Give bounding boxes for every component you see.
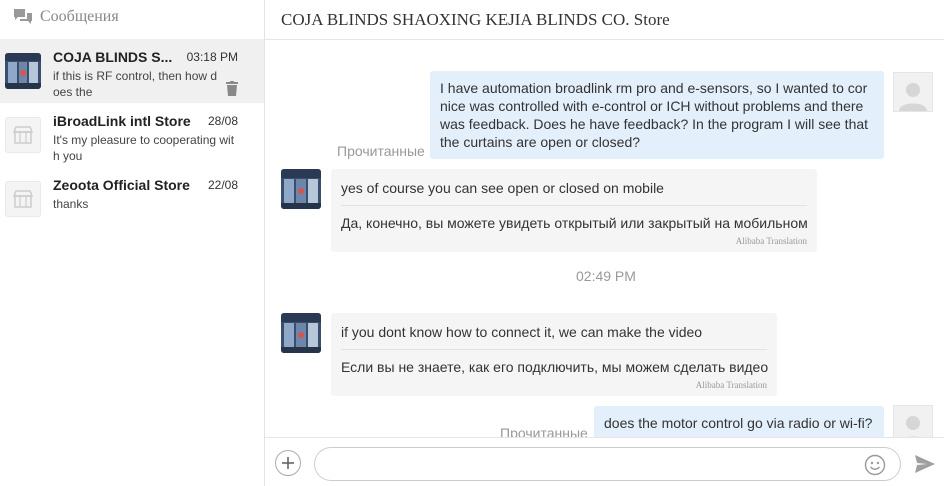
incoming-message: yes of course you can see open or closed…: [331, 169, 817, 252]
chat-bubbles-icon: [14, 8, 32, 24]
attach-button[interactable]: [275, 450, 301, 476]
sidebar-title: Сообщения: [40, 7, 119, 25]
conversation-item-zeoota[interactable]: Zeoota Official Store 22/08 thanks: [0, 167, 264, 231]
store-avatar: [5, 53, 41, 89]
user-avatar: [893, 72, 933, 112]
store-title: COJA BLINDS SHAOXING KEJIA BLINDS CO. St…: [281, 9, 670, 29]
conversation-time: 22/08: [207, 178, 238, 192]
conversation-time: 28/08: [207, 114, 238, 128]
conversation-name: Zeoota Official Store: [53, 177, 190, 193]
message-input[interactable]: [314, 447, 901, 481]
outgoing-message: I have automation broadlink rm pro and e…: [430, 71, 884, 159]
seller-avatar: [281, 169, 321, 209]
store-avatar: [5, 117, 41, 153]
conversation-item-coja[interactable]: COJA BLINDS S... 03:18 PM if this is RF …: [0, 39, 264, 103]
smiley-icon[interactable]: [864, 454, 886, 476]
plus-icon: [282, 457, 294, 469]
chat-header: COJA BLINDS SHAOXING KEJIA BLINDS CO. St…: [265, 0, 944, 40]
conversation-preview: It's my pleasure to cooperating wit h yo…: [53, 133, 235, 163]
store-avatar: [5, 181, 41, 217]
message-translation: Да, конечно, вы можете увидеть открытый …: [341, 215, 808, 231]
conversation-name: COJA BLINDS S...: [53, 49, 173, 65]
trash-icon[interactable]: [226, 81, 238, 96]
seller-avatar: [281, 313, 321, 353]
conversation-name: iBroadLink intl Store: [53, 113, 191, 129]
shop-icon: [12, 190, 34, 208]
translation-credit: Alibaba Translation: [695, 380, 767, 390]
conversation-time: 03:18 PM: [186, 50, 238, 64]
conversation-preview: thanks: [53, 197, 89, 211]
shop-icon: [12, 126, 34, 144]
incoming-message: if you dont know how to connect it, we c…: [331, 313, 777, 396]
message-translation: Если вы не знаете, как его подключить, м…: [341, 359, 769, 375]
translation-credit: Alibaba Translation: [735, 236, 807, 246]
message-text: does the motor control go via radio or w…: [604, 415, 873, 431]
sidebar-header: Сообщения: [0, 0, 264, 33]
conversation-item-ibroadlink[interactable]: iBroadLink intl Store 28/08 It's my plea…: [0, 103, 264, 167]
conversation-sidebar: Сообщения COJA BLINDS S... 03:18 PM if t…: [0, 0, 265, 486]
message-text: if you dont know how to connect it, we c…: [341, 313, 767, 350]
read-status: Прочитанные: [337, 143, 425, 159]
message-text: yes of course you can see open or closed…: [341, 169, 807, 206]
conversation-preview: if this is RF control, then how does the: [53, 69, 218, 99]
message-composer: [265, 437, 944, 486]
message-timestamp: 02:49 PM: [576, 268, 636, 284]
message-text: I have automation broadlink rm pro and e…: [440, 80, 869, 150]
user-silhouette-icon: [899, 83, 927, 111]
send-arrow-icon[interactable]: [914, 453, 936, 475]
